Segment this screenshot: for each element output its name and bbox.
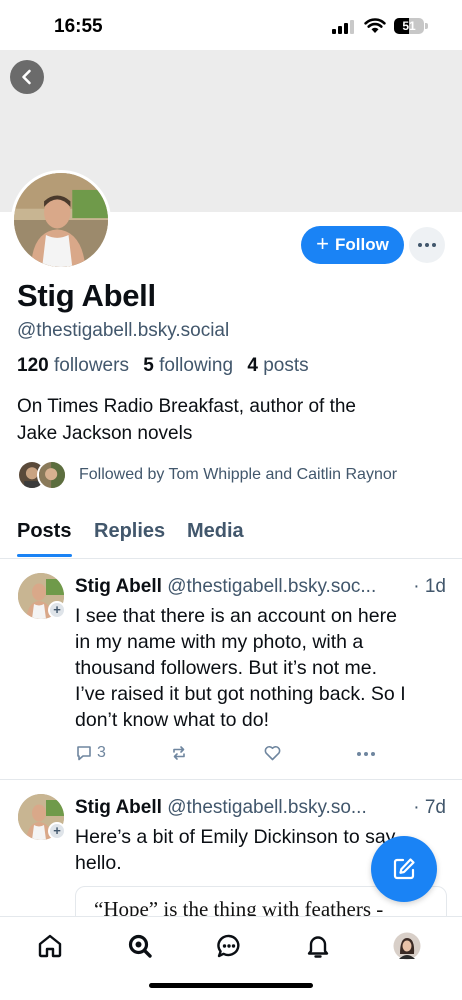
followed-by-text: Followed by Tom Whipple and Caitlin Rayn…	[79, 466, 398, 483]
tab-posts[interactable]: Posts	[17, 520, 71, 543]
post-author[interactable]: Stig Abell	[75, 797, 162, 818]
repost-icon	[173, 746, 185, 760]
wifi-icon	[364, 18, 386, 33]
battery-icon: 51	[394, 18, 424, 34]
post-handle[interactable]: @thestigabell.bsky.soc...	[167, 576, 376, 597]
search-icon	[128, 934, 152, 958]
chevron-left-icon	[22, 69, 31, 85]
plus-icon[interactable]: +	[48, 601, 66, 619]
chat-icon	[217, 934, 240, 958]
like-button[interactable]	[263, 744, 282, 762]
profile-bio: On Times Radio Breakfast, author of the …	[17, 396, 357, 444]
home-indicator	[149, 983, 313, 988]
active-tab-indicator	[17, 554, 72, 557]
nav-home[interactable]	[35, 931, 65, 961]
followed-by-row[interactable]: Followed by Tom Whipple and Caitlin Rayn…	[17, 458, 397, 492]
posts-count: 4 posts	[247, 355, 309, 376]
profile-tabs: Posts Replies Media	[0, 516, 462, 559]
follow-label: Follow	[335, 235, 389, 254]
tab-media[interactable]: Media	[187, 520, 244, 543]
avatar-photo	[14, 173, 108, 267]
ellipsis-icon	[418, 243, 422, 247]
reply-count: 3	[97, 744, 106, 761]
post-handle[interactable]: @thestigabell.bsky.so...	[167, 797, 367, 818]
compose-button[interactable]	[371, 836, 437, 902]
post-timestamp: · 7d	[411, 797, 446, 819]
home-icon	[38, 934, 62, 958]
like-icon	[264, 745, 281, 761]
profile-avatar[interactable]	[11, 170, 111, 270]
profile-stats: 120 followers 5 following 4 posts	[17, 355, 309, 377]
bell-icon	[307, 936, 329, 958]
tab-replies[interactable]: Replies	[94, 520, 165, 543]
post-header: Stig Abell @thestigabell.bsky.so...	[75, 797, 447, 819]
back-button[interactable]	[10, 60, 44, 94]
status-time: 16:55	[54, 16, 103, 37]
display-name: Stig Abell	[17, 278, 156, 313]
post-author[interactable]: Stig Abell	[75, 576, 162, 597]
status-bar: 16:55 51	[0, 0, 462, 50]
nav-profile[interactable]	[392, 931, 422, 961]
ellipsis-icon	[357, 752, 361, 756]
reply-button[interactable]: 3	[75, 744, 106, 762]
nav-search[interactable]	[125, 931, 155, 961]
post-more-button[interactable]	[357, 752, 375, 756]
more-options-button[interactable]	[409, 227, 445, 263]
battery-level: 51	[402, 19, 416, 33]
follow-button[interactable]: + Follow	[301, 226, 404, 264]
nav-chat[interactable]	[214, 931, 244, 961]
compose-icon	[393, 858, 415, 880]
plus-icon[interactable]: +	[48, 822, 66, 840]
avatar	[393, 932, 421, 960]
followers-link[interactable]: 120 followers	[17, 355, 129, 376]
post-actions: 3	[75, 744, 445, 766]
follower-avatar	[37, 460, 67, 490]
nav-notifications[interactable]	[303, 931, 333, 961]
battery-tip	[425, 23, 428, 29]
repost-button[interactable]	[170, 744, 188, 762]
plus-icon: +	[316, 231, 330, 256]
signal-icon	[332, 20, 354, 34]
profile-handle: @thestigabell.bsky.social	[17, 320, 230, 341]
post-header: Stig Abell @thestigabell.bsky.soc...	[75, 576, 447, 598]
following-link[interactable]: 5 following	[143, 355, 233, 376]
reply-icon	[77, 746, 91, 761]
post-timestamp: · 1d	[411, 576, 446, 598]
post-text: I see that there is an account on here i…	[75, 605, 406, 731]
